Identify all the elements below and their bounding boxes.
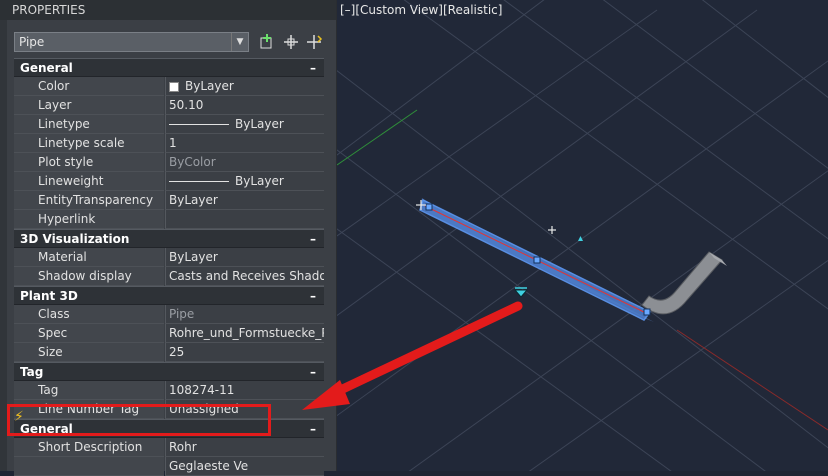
chevron-down-icon[interactable]: ▼ [231, 33, 248, 51]
collapse-icon[interactable]: – [306, 363, 320, 381]
collapse-icon[interactable]: – [306, 420, 320, 438]
grid-lines [337, 0, 828, 471]
lineweight-preview-icon [169, 181, 229, 182]
highlight-box [7, 404, 271, 436]
elbow-fitting [641, 251, 727, 315]
y-axis-line [337, 109, 418, 166]
palette-title-bar[interactable]: PROPERTIES [0, 0, 336, 20]
prop-row-description-cutoff[interactable]: Geglaeste Ve [14, 457, 324, 476]
prop-row-plot-style[interactable]: Plot style ByColor [14, 153, 324, 172]
prop-row-tag[interactable]: Tag 108274-11 [14, 381, 324, 400]
prop-row-shadow-display[interactable]: Shadow display Casts and Receives Shado… [14, 267, 324, 286]
prop-row-linetype[interactable]: Linetype ByLayer [14, 115, 324, 134]
select-objects-icon[interactable] [282, 33, 300, 51]
prop-row-class[interactable]: Class Pipe [14, 305, 324, 324]
palette-side-strip[interactable] [0, 20, 7, 471]
prop-row-layer[interactable]: Layer 50.10 [14, 96, 324, 115]
prop-row-transparency[interactable]: EntityTransparency ByLayer [14, 191, 324, 210]
category-tag[interactable]: Tag – [14, 362, 324, 381]
prop-row-lineweight[interactable]: Lineweight ByLayer [14, 172, 324, 191]
category-plant-3d[interactable]: Plant 3D – [14, 286, 324, 305]
quick-select-icon[interactable] [306, 33, 324, 51]
linetype-preview-icon [169, 124, 229, 125]
color-swatch-icon [169, 81, 179, 92]
collapse-icon[interactable]: – [306, 287, 320, 305]
collapse-icon[interactable]: – [306, 230, 320, 248]
flow-arrow-icon [513, 289, 529, 298]
prop-row-short-description[interactable]: Short Description Rohr [14, 438, 324, 457]
collapse-icon[interactable]: – [306, 59, 320, 77]
category-general[interactable]: General – [14, 58, 324, 77]
category-3d-visualization[interactable]: 3D Visualization – [14, 229, 324, 248]
model-viewport[interactable]: [–][Custom View][Realistic] [337, 0, 828, 471]
properties-palette: PROPERTIES Pipe ▼ General – Color ByLayer … [0, 0, 337, 476]
palette-title: PROPERTIES [12, 3, 86, 17]
prop-row-material[interactable]: Material ByLayer [14, 248, 324, 267]
object-type-dropdown[interactable]: Pipe ▼ [14, 32, 249, 52]
x-axis-line [676, 329, 828, 431]
prop-row-color[interactable]: Color ByLayer [14, 77, 324, 96]
ucs-cross-icon [548, 226, 556, 234]
prop-row-size[interactable]: Size 25 [14, 343, 324, 362]
add-selection-icon[interactable] [258, 33, 276, 51]
object-type-value: Pipe [19, 35, 45, 49]
prop-row-hyperlink[interactable]: Hyperlink [14, 210, 324, 229]
prop-row-spec[interactable]: SpecRohre_und_Formstuecke_PN1 [14, 324, 324, 343]
scene-canvas [337, 0, 828, 471]
viewport-controls-label[interactable]: [–][Custom View][Realistic] [340, 3, 502, 17]
prop-row-linetype-scale[interactable]: Linetype scale 1 [14, 134, 324, 153]
